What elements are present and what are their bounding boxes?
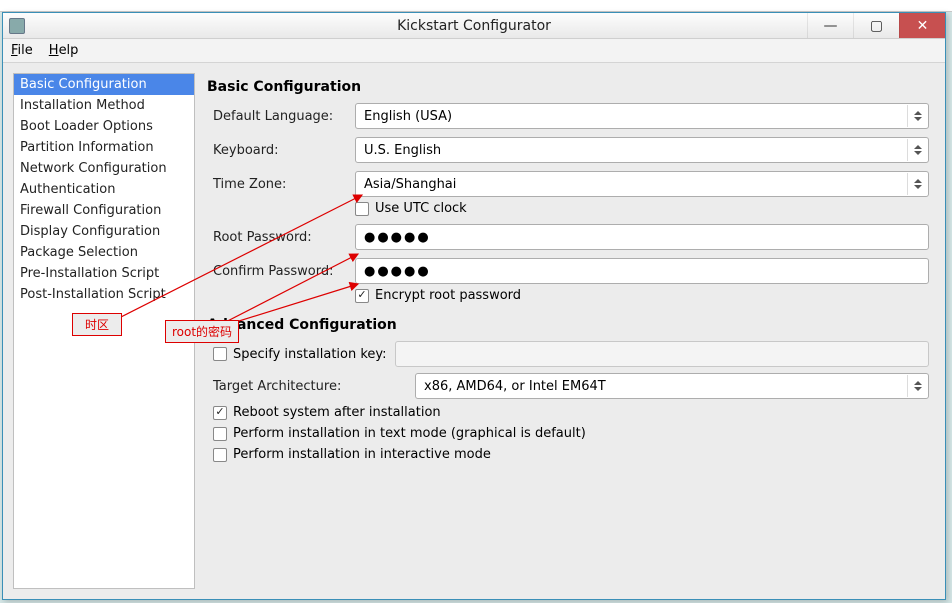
label-reboot: Reboot system after installation — [233, 405, 441, 420]
checkbox-specify-key[interactable] — [213, 347, 227, 361]
advanced-section-title: Advanced Configuration — [207, 317, 929, 333]
label-interactive: Perform installation in interactive mode — [233, 447, 491, 462]
app-icon — [9, 18, 25, 34]
checkbox-text-mode[interactable] — [213, 427, 227, 441]
sidebar-item-partition-information[interactable]: Partition Information — [14, 137, 194, 158]
label-keyboard: Keyboard: — [213, 143, 343, 158]
label-text-mode: Perform installation in text mode (graph… — [233, 426, 586, 441]
input-confirm-password[interactable]: ●●●●● — [355, 258, 929, 284]
sidebar-item-authentication[interactable]: Authentication — [14, 179, 194, 200]
combo-default-language[interactable]: English (USA) — [355, 103, 929, 129]
sidebar-item-post-installation-script[interactable]: Post-Installation Script — [14, 284, 194, 305]
menu-file[interactable]: File — [11, 43, 33, 58]
sidebar-item-network-configuration[interactable]: Network Configuration — [14, 158, 194, 179]
content-area: Basic ConfigurationInstallation MethodBo… — [3, 63, 945, 599]
chevron-updown-icon — [907, 173, 927, 195]
sidebar-item-pre-installation-script[interactable]: Pre-Installation Script — [14, 263, 194, 284]
label-root-password: Root Password: — [213, 230, 343, 245]
sidebar-item-firewall-configuration[interactable]: Firewall Configuration — [14, 200, 194, 221]
checkbox-interactive[interactable] — [213, 448, 227, 462]
sidebar-item-display-configuration[interactable]: Display Configuration — [14, 221, 194, 242]
menubar: File Help — [3, 39, 945, 63]
input-root-password[interactable]: ●●●●● — [355, 224, 929, 250]
combo-default-language-value: English (USA) — [364, 109, 452, 124]
input-install-key — [395, 341, 929, 367]
label-specify-key: Specify installation key: — [233, 347, 387, 362]
minimize-button[interactable]: — — [807, 13, 853, 38]
sidebar-item-package-selection[interactable]: Package Selection — [14, 242, 194, 263]
combo-keyboard-value: U.S. English — [364, 143, 441, 158]
combo-keyboard[interactable]: U.S. English — [355, 137, 929, 163]
checkbox-encrypt-root[interactable] — [355, 289, 369, 303]
window-title: Kickstart Configurator — [3, 18, 945, 34]
sidebar-item-installation-method[interactable]: Installation Method — [14, 95, 194, 116]
category-sidebar: Basic ConfigurationInstallation MethodBo… — [13, 73, 195, 589]
combo-time-zone-value: Asia/Shanghai — [364, 177, 456, 192]
sidebar-item-boot-loader-options[interactable]: Boot Loader Options — [14, 116, 194, 137]
label-default-language: Default Language: — [213, 109, 343, 124]
chevron-updown-icon — [907, 105, 927, 127]
basic-section-title: Basic Configuration — [207, 79, 929, 95]
combo-time-zone[interactable]: Asia/Shanghai — [355, 171, 929, 197]
combo-target-arch-value: x86, AMD64, or Intel EM64T — [424, 379, 606, 394]
menu-help[interactable]: Help — [49, 43, 79, 58]
chevron-updown-icon — [907, 139, 927, 161]
main-window: Kickstart Configurator — ▢ ✕ File Help B… — [2, 12, 946, 600]
close-button[interactable]: ✕ — [899, 13, 945, 38]
label-encrypt-root: Encrypt root password — [375, 288, 521, 303]
parent-window-stub — [0, 0, 952, 12]
checkbox-use-utc[interactable] — [355, 202, 369, 216]
maximize-button[interactable]: ▢ — [853, 13, 899, 38]
chevron-updown-icon — [907, 375, 927, 397]
basic-config-panel: Basic Configuration Default Language: En… — [201, 73, 935, 589]
checkbox-reboot[interactable] — [213, 406, 227, 420]
label-confirm-password: Confirm Password: — [213, 264, 343, 279]
combo-target-arch[interactable]: x86, AMD64, or Intel EM64T — [415, 373, 929, 399]
titlebar: Kickstart Configurator — ▢ ✕ — [3, 13, 945, 39]
label-target-arch: Target Architecture: — [213, 379, 403, 394]
sidebar-item-basic-configuration[interactable]: Basic Configuration — [14, 74, 194, 95]
label-use-utc: Use UTC clock — [375, 201, 467, 216]
label-time-zone: Time Zone: — [213, 177, 343, 192]
